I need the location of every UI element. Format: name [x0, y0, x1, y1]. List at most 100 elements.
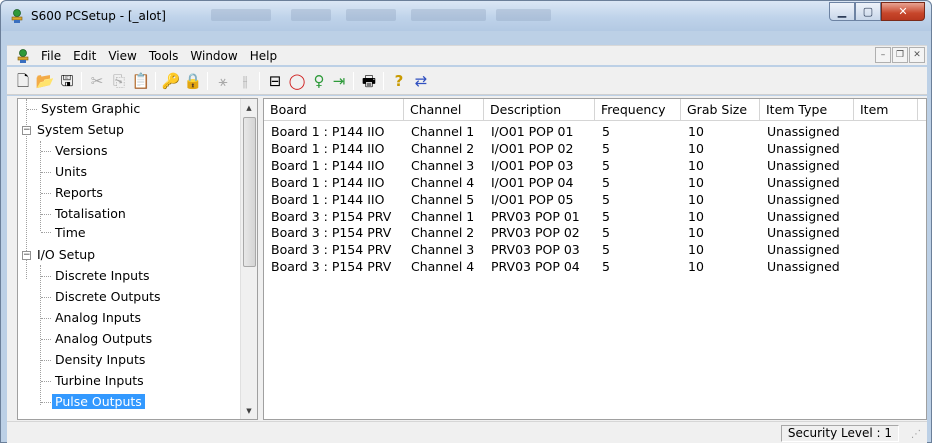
column-header-item-type[interactable]: Item Type: [760, 99, 854, 121]
minimize-button[interactable]: ▁: [829, 2, 855, 21]
table-row[interactable]: Board 1 : P144 IIO Channel 1 I/O01 POP 01 5…: [264, 123, 926, 141]
cell-description: I/O01 POP 05: [491, 191, 574, 207]
toolbar: 🗋 📂 🖫 ✂ ⎘ 📋 🔑 🔒 ⚹ ⫲ ⊟ ◯ ♀ ⇥ 🖶 ? ⇄: [7, 67, 927, 95]
cell-frequency: 5: [602, 259, 610, 275]
tree-item-system-graphic[interactable]: System Graphic: [38, 99, 143, 119]
column-header-item[interactable]: Item: [854, 99, 918, 121]
cell-item-type: Unassigned: [767, 191, 840, 207]
menu-help[interactable]: Help: [244, 48, 283, 64]
menu-file[interactable]: File: [35, 48, 67, 64]
app-window: S600 PCSetup - [_alot] ▁ ▢ ✕ File Edit V…: [0, 0, 932, 443]
tree-item-reports[interactable]: Reports: [52, 183, 106, 203]
tree-item-units[interactable]: Units: [52, 162, 90, 182]
toolbar-separator: [155, 72, 156, 90]
arrows-icon[interactable]: ⇄: [411, 71, 431, 91]
cell-grab-size: 10: [688, 191, 704, 207]
collapse-icon[interactable]: −: [22, 251, 31, 260]
disconnect-icon[interactable]: ⫲: [235, 71, 255, 91]
table-row[interactable]: Board 1 : P144 IIO Channel 3 I/O01 POP 03 5…: [264, 157, 926, 175]
column-header-channel[interactable]: Channel: [404, 99, 484, 121]
cell-item-type: Unassigned: [767, 242, 840, 258]
paste-icon[interactable]: 📋: [131, 71, 151, 91]
table-row[interactable]: Board 3 : P154 PRV Channel 3 PRV03 POP 03 5…: [264, 241, 926, 259]
cell-description: PRV03 POP 04: [491, 259, 580, 275]
close-button[interactable]: ✕: [881, 2, 925, 21]
tree-item-turbine-inputs[interactable]: Turbine Inputs: [52, 371, 147, 391]
tree-item-totalisation[interactable]: Totalisation: [52, 204, 129, 224]
copy-icon[interactable]: ⎘: [109, 71, 129, 91]
tree-item-versions[interactable]: Versions: [52, 141, 110, 161]
column-header-board[interactable]: Board: [264, 99, 404, 121]
cut-icon[interactable]: ✂: [87, 71, 107, 91]
status-bar: Security Level : 1 ⋰: [7, 421, 927, 443]
minus-box-icon[interactable]: ⊟: [265, 71, 285, 91]
lock-icon[interactable]: 🔒: [183, 71, 203, 91]
cell-grab-size: 10: [688, 208, 704, 224]
cell-channel: Channel 5: [411, 191, 475, 207]
menu-tools[interactable]: Tools: [143, 48, 185, 64]
menu-window[interactable]: Window: [184, 48, 243, 64]
navigation-tree[interactable]: System Graphic − System Setup Versions U…: [17, 98, 258, 420]
child-close-button[interactable]: ✕: [909, 47, 925, 63]
tree-scrollbar[interactable]: ▲ ▼: [240, 99, 257, 419]
connect-icon[interactable]: ⚹: [213, 71, 233, 91]
new-file-icon[interactable]: 🗋: [13, 71, 33, 91]
tree-item-time[interactable]: Time: [52, 223, 89, 243]
document-icon[interactable]: [15, 48, 31, 64]
pin-icon[interactable]: ♀: [309, 71, 329, 91]
tree-item-discrete-inputs[interactable]: Discrete Inputs: [52, 266, 152, 286]
tree-item-system-setup[interactable]: System Setup: [34, 120, 127, 140]
export-icon[interactable]: ⇥: [329, 71, 349, 91]
tree-item-analog-outputs[interactable]: Analog Outputs: [52, 329, 155, 349]
column-header-description[interactable]: Description: [484, 99, 595, 121]
table-row[interactable]: Board 1 : P144 IIO Channel 2 I/O01 POP 02 5…: [264, 140, 926, 158]
tree-line: [41, 232, 51, 233]
table-row[interactable]: Board 3 : P154 PRV Channel 2 PRV03 POP 02 5…: [264, 224, 926, 242]
tree-item-density-inputs[interactable]: Density Inputs: [52, 350, 148, 370]
stop-icon[interactable]: ◯: [287, 71, 307, 91]
cell-channel: Channel 3: [411, 157, 475, 173]
tree-item-io-setup[interactable]: I/O Setup: [34, 245, 98, 265]
tree-item-discrete-outputs[interactable]: Discrete Outputs: [52, 287, 164, 307]
resize-grip-icon[interactable]: ⋰: [911, 429, 921, 440]
cell-grab-size: 10: [688, 259, 704, 275]
tree-item-pulse-outputs[interactable]: Pulse Outputs: [52, 392, 145, 412]
title-bar[interactable]: S600 PCSetup - [_alot] ▁ ▢ ✕: [1, 1, 931, 31]
window-title: S600 PCSetup - [_alot]: [31, 9, 166, 23]
help-icon[interactable]: ?: [389, 71, 409, 91]
open-folder-icon[interactable]: 📂: [35, 71, 55, 91]
menu-edit[interactable]: Edit: [67, 48, 102, 64]
column-header-frequency[interactable]: Frequency: [595, 99, 681, 121]
tree-item-analog-inputs[interactable]: Analog Inputs: [52, 308, 144, 328]
print-icon[interactable]: 🖶: [359, 71, 379, 91]
cell-board: Board 1 : P144 IIO: [271, 124, 385, 139]
collapse-icon[interactable]: −: [22, 126, 31, 135]
cell-channel: Channel 2: [411, 140, 475, 156]
cell-description: I/O01 POP 02: [491, 140, 574, 156]
cell-frequency: 5: [602, 191, 610, 207]
toolbar-separator: [259, 72, 260, 90]
scroll-thumb[interactable]: [243, 117, 256, 267]
maximize-button[interactable]: ▢: [855, 2, 881, 21]
menu-view[interactable]: View: [102, 48, 142, 64]
cell-item-type: Unassigned: [767, 259, 840, 275]
scroll-down-icon[interactable]: ▼: [241, 402, 257, 419]
table-row[interactable]: Board 1 : P144 IIO Channel 4 I/O01 POP 04 5…: [264, 174, 926, 192]
toolbar-separator: [383, 72, 384, 90]
column-header-grab-size[interactable]: Grab Size: [681, 99, 760, 121]
cell-board: Board 1 : P144 IIO: [271, 140, 385, 156]
child-restore-button[interactable]: ❐: [892, 47, 908, 63]
tree-line: [41, 381, 51, 382]
cell-description: I/O01 POP 01: [491, 124, 574, 139]
tree-line: [41, 276, 51, 277]
save-icon[interactable]: 🖫: [57, 71, 77, 91]
cell-description: PRV03 POP 02: [491, 225, 580, 241]
cell-frequency: 5: [602, 242, 610, 258]
cell-board: Board 1 : P144 IIO: [271, 191, 385, 207]
scroll-up-icon[interactable]: ▲: [241, 99, 257, 116]
table-row[interactable]: Board 3 : P154 PRV Channel 1 PRV03 POP 01 5…: [264, 208, 926, 226]
table-row[interactable]: Board 1 : P144 IIO Channel 5 I/O01 POP 05 5…: [264, 191, 926, 209]
table-row[interactable]: Board 3 : P154 PRV Channel 4 PRV03 POP 04 5…: [264, 258, 926, 276]
child-minimize-button[interactable]: –: [875, 47, 891, 63]
key-icon[interactable]: 🔑: [161, 71, 181, 91]
